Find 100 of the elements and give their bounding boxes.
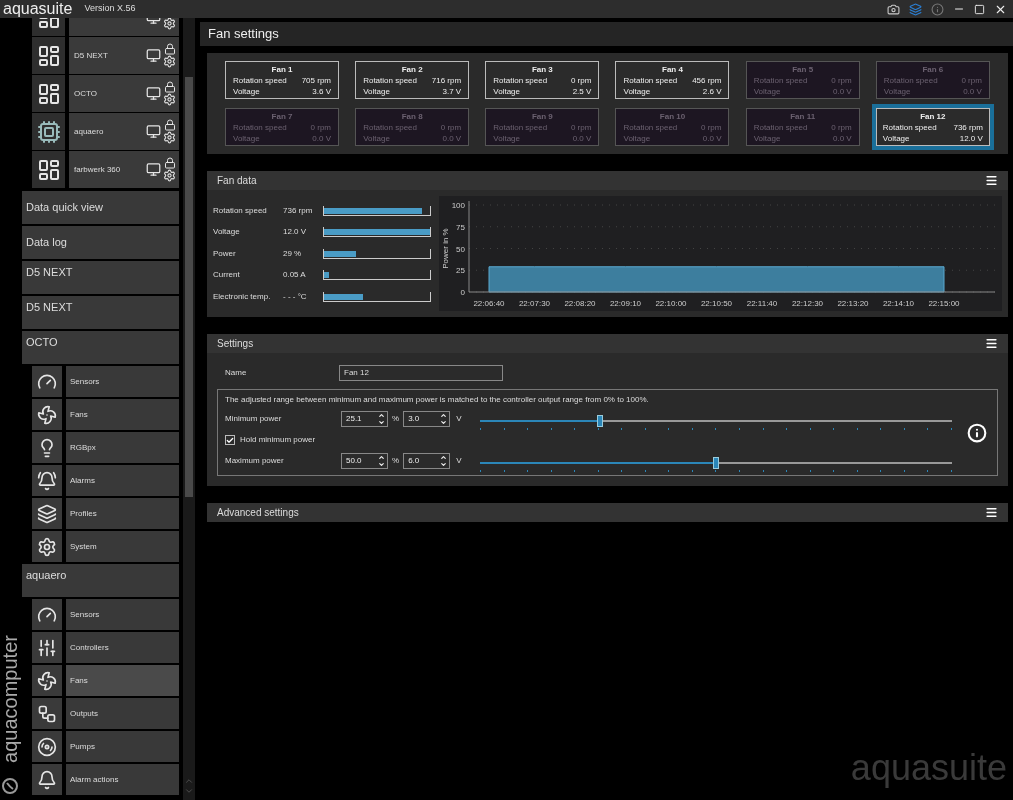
number-field[interactable]: 3.0 xyxy=(403,411,451,427)
device-tile[interactable]: D5 NEXT xyxy=(69,37,179,74)
field-label: Voltage xyxy=(493,86,521,97)
slider-track[interactable] xyxy=(480,414,952,427)
settings-icon[interactable] xyxy=(163,131,176,144)
maximize-icon[interactable] xyxy=(974,3,985,15)
fan-name: Fan 2 xyxy=(401,64,423,75)
fan-card[interactable]: Fan 3 Rotation speed 0 rpm Voltage 2.5 V xyxy=(485,61,600,99)
field-label: Rotation speed xyxy=(882,122,937,133)
settings-icon[interactable] xyxy=(163,18,176,30)
controller-icon xyxy=(36,119,61,144)
nav-item[interactable]: D5 NEXT xyxy=(22,296,179,329)
checkbox[interactable] xyxy=(225,435,235,445)
nav-item[interactable]: OCTO xyxy=(22,331,179,364)
lock-icon[interactable] xyxy=(163,157,176,169)
camera-icon[interactable] xyxy=(887,2,900,16)
fan-name: Fan 7 xyxy=(271,111,293,122)
field-value: 716 rpm xyxy=(431,75,462,86)
nav-subitem[interactable]: System xyxy=(66,531,179,562)
nav-subitem[interactable]: Pumps xyxy=(66,731,179,762)
menu-icon[interactable] xyxy=(985,506,998,519)
number-field[interactable]: 25.1 xyxy=(341,411,388,427)
name-field[interactable]: Fan 12 xyxy=(339,365,503,381)
checkbox-label: Hold minimum power xyxy=(240,434,316,446)
field-value: 0.0 V xyxy=(702,133,722,144)
fan-card[interactable]: Fan 4 Rotation speed 456 rpm Voltage 2.6 V xyxy=(615,61,730,99)
device-tile[interactable]: farbwerk 360 xyxy=(69,151,179,188)
nav-subitem[interactable]: Sensors xyxy=(66,599,179,630)
settings-icon[interactable] xyxy=(163,93,176,106)
field-label: Voltage xyxy=(623,86,651,97)
data-label: Current xyxy=(213,269,241,282)
lock-icon[interactable] xyxy=(163,81,176,93)
nav-icon-tile[interactable] xyxy=(32,399,62,430)
nav-subitem[interactable]: Fans xyxy=(66,665,179,696)
nav-icon-tile[interactable] xyxy=(32,432,62,463)
nav-item[interactable]: D5 NEXT xyxy=(22,261,179,294)
layout-icon xyxy=(36,43,61,68)
field-label: Voltage xyxy=(493,133,521,144)
field-value: 0 rpm xyxy=(570,75,592,86)
number-field[interactable]: 50.0 xyxy=(341,453,388,469)
menu-icon[interactable] xyxy=(985,174,998,187)
settings-icon[interactable] xyxy=(163,169,176,182)
fan-name: Fan 12 xyxy=(920,111,946,122)
brand-logo: aquasuite xyxy=(850,750,1007,786)
fan-card[interactable]: Fan 2 Rotation speed 716 rpm Voltage 3.7 V xyxy=(355,61,470,99)
x-tick-label: 22:12:30 xyxy=(791,299,824,308)
panel-title: Settings xyxy=(217,337,254,351)
nav-subitem[interactable]: Alarm actions xyxy=(66,764,179,795)
nav-item[interactable]: Data quick view xyxy=(22,191,179,224)
nav-subitem[interactable]: Sensors xyxy=(66,366,179,397)
nav-icon-tile[interactable] xyxy=(32,599,62,630)
monitor-icon[interactable] xyxy=(146,162,161,177)
scrollbar-thumb[interactable] xyxy=(185,77,193,497)
field-label: Rotation speed xyxy=(363,122,417,133)
nav-icon-tile[interactable] xyxy=(32,632,62,663)
nav-icon-tile[interactable] xyxy=(32,731,62,762)
layout-icon xyxy=(36,157,61,182)
nav-icon-tile[interactable] xyxy=(32,698,62,729)
data-label: Rotation speed xyxy=(213,204,268,217)
lock-icon[interactable] xyxy=(163,119,176,131)
nav-item[interactable]: aquaero xyxy=(22,564,179,597)
fan-icon xyxy=(37,670,57,691)
fan-card[interactable]: Fan 12 Rotation speed 736 rpm Voltage 12.0 V xyxy=(871,104,994,150)
device-thumbnail[interactable] xyxy=(32,113,65,150)
field-label: Voltage xyxy=(363,133,390,144)
nav-subitem[interactable]: Outputs xyxy=(66,698,179,729)
device-thumbnail[interactable] xyxy=(32,37,65,74)
nav-icon-tile[interactable] xyxy=(32,465,62,496)
lock-icon[interactable] xyxy=(163,43,176,55)
fan-card[interactable]: Fan 1 Rotation speed 705 rpm Voltage 3.6 V xyxy=(225,61,339,99)
version-label: Version X.56 xyxy=(84,2,136,16)
field-value: 456 rpm xyxy=(692,75,722,86)
menu-icon[interactable] xyxy=(985,337,998,350)
nav-icon-tile[interactable] xyxy=(32,665,62,696)
data-label: Power xyxy=(213,247,237,260)
device-thumbnail[interactable] xyxy=(32,151,65,188)
nav-icon-tile[interactable] xyxy=(32,764,62,795)
data-label: Voltage xyxy=(213,226,241,239)
settings-icon[interactable] xyxy=(163,55,176,68)
monitor-icon[interactable] xyxy=(146,124,161,139)
device-thumbnail[interactable] xyxy=(32,75,65,112)
field-value: 705 rpm xyxy=(301,75,331,86)
nav-subitem[interactable]: Controllers xyxy=(66,632,179,663)
monitor-icon[interactable] xyxy=(146,86,161,101)
nav-subitem[interactable]: RGBpx xyxy=(66,432,179,463)
nav-item[interactable]: Data log xyxy=(22,226,179,259)
slider-thumb[interactable] xyxy=(597,414,604,427)
monitor-icon[interactable] xyxy=(146,48,161,63)
nav-icon-tile[interactable] xyxy=(32,366,62,397)
slider-track[interactable] xyxy=(480,456,952,469)
device-tile[interactable]: OCTO xyxy=(69,75,179,112)
layers-icon[interactable] xyxy=(909,2,922,16)
nav-subitem[interactable]: Fans xyxy=(66,399,179,430)
nav-icon-tile[interactable] xyxy=(32,531,62,562)
device-tile[interactable]: aquaero xyxy=(69,113,179,150)
nav-subitem[interactable]: Profiles xyxy=(66,498,179,529)
nav-subitem[interactable]: Alarms xyxy=(66,465,179,496)
nav-icon-tile[interactable] xyxy=(32,498,62,529)
slider-thumb[interactable] xyxy=(713,456,720,469)
number-field[interactable]: 6.0 xyxy=(403,453,451,469)
